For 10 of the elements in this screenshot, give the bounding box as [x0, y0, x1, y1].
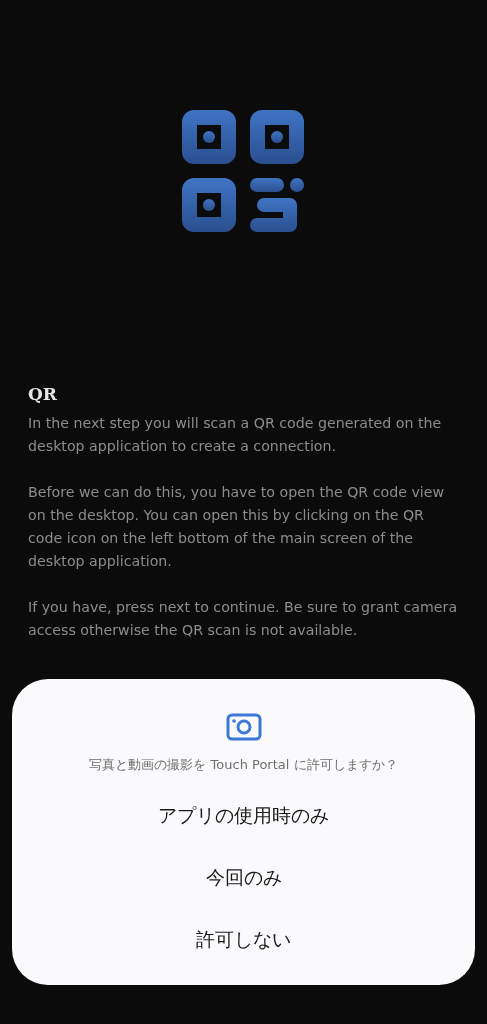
instruction-paragraph: If you have, press next to continue. Be sure to grant camera access otherwise the QR scan is not available.	[28, 598, 459, 640]
camera-icon	[225, 713, 262, 741]
instruction-paragraph: Before we can do this, you have to open the QR code view on the desktop. You can open this by clicking on the QR code icon on the left bottom of the main screen of the desktop application.	[28, 483, 446, 571]
permission-option[interactable]: アプリの使用時のみ	[142, 795, 345, 835]
permission-option[interactable]: 今回のみ	[189, 857, 298, 897]
page-title: QR	[28, 383, 57, 406]
qr-code-icon	[181, 110, 304, 232]
permission-question: 写真と動画の撮影を Touch Portal に許可しますか？	[89, 756, 398, 774]
permission-option[interactable]: 許可しない	[180, 919, 307, 959]
instruction-paragraph: In the next step you will scan a QR code generated on the desktop application to create a connection.	[28, 414, 443, 456]
